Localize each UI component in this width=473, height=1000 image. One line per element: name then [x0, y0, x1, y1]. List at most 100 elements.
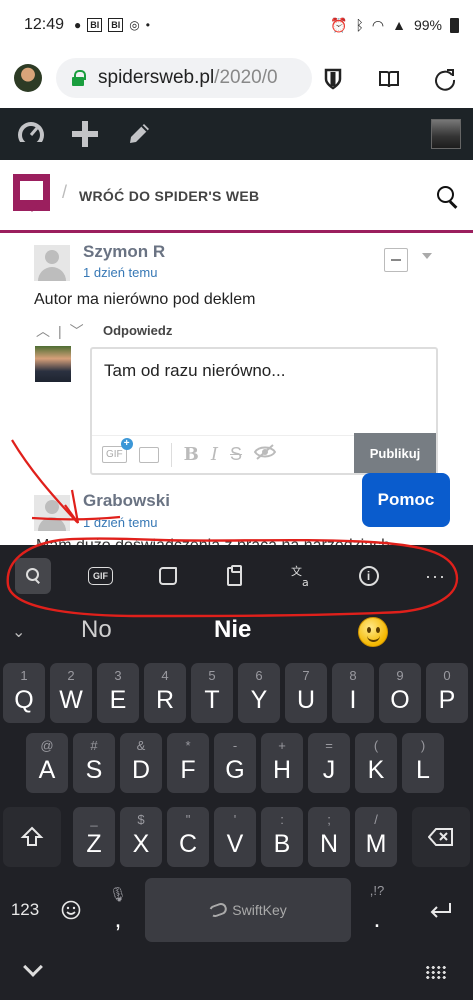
comment-text: Mam dużo doświadczenia z pracą na narzęd… [36, 537, 390, 545]
more-icon[interactable]: ··· [402, 545, 469, 607]
collapse-icon[interactable]: ⌄ [12, 622, 25, 642]
spidersweb-logo[interactable] [13, 174, 50, 212]
keyboard-switch-icon[interactable] [425, 965, 447, 979]
spoiler-icon[interactable] [253, 444, 277, 465]
key[interactable]: @ A [26, 733, 68, 793]
gif-icon[interactable]: GIF [102, 438, 133, 463]
strikethrough-icon[interactable]: S [230, 444, 242, 465]
comma-key[interactable]: 🎙 , [97, 878, 139, 942]
key[interactable]: 5T [191, 663, 233, 723]
key[interactable]: -G [214, 733, 256, 793]
reader-mode-icon[interactable] [361, 50, 417, 108]
address-bar[interactable]: spidersweb.pl/2020/0 [56, 58, 312, 98]
avatar [34, 245, 70, 281]
clipboard-icon[interactable] [201, 545, 268, 607]
help-button[interactable]: Pomoc [362, 473, 450, 527]
keyboard-toolbar: GIF 文a i ··· [0, 545, 473, 607]
plus-icon[interactable] [58, 108, 112, 160]
notification-icons: ● BI BI ◎ • [74, 18, 150, 32]
url-path: /2020/0 [214, 67, 278, 88]
cooking-app-icon: ● [74, 18, 82, 32]
site-header: / WRÓĆ DO SPIDER'S WEB [0, 160, 473, 233]
bluetooth-icon: ᛒ [355, 17, 364, 33]
edit-pencil-icon[interactable] [112, 108, 166, 160]
key[interactable]: 8I [332, 663, 374, 723]
header-divider: / [62, 182, 68, 202]
key[interactable]: 4R [144, 663, 186, 723]
dashboard-icon[interactable] [4, 108, 58, 160]
upvote-icon[interactable]: ︿ [36, 321, 50, 341]
swiftkey-keyboard: GIF 文a i ··· ⌄ No Nie 1Q 2W 3E 4R 5T 6Y … [0, 545, 473, 1000]
reload-icon[interactable] [417, 50, 473, 108]
gif-icon[interactable]: GIF [67, 545, 134, 607]
bi-app-icon: BI [108, 18, 124, 32]
collapse-comment-button[interactable] [384, 248, 408, 272]
backspace-key[interactable] [412, 807, 470, 867]
space-key[interactable]: SwiftKey [145, 878, 351, 942]
suggestion-center[interactable]: Nie [214, 616, 251, 644]
mic-icon: 🎙 [109, 886, 127, 902]
hide-keyboard-icon[interactable] [23, 957, 43, 977]
enter-key[interactable] [412, 878, 470, 942]
comment-menu-chevron-icon[interactable] [422, 253, 432, 259]
period-key[interactable]: ,!? . [356, 878, 398, 942]
key[interactable]: ' V [214, 807, 256, 867]
space-brand: SwiftKey [232, 902, 287, 918]
numbers-key[interactable]: 123 [3, 878, 47, 942]
admin-avatar[interactable] [431, 119, 461, 149]
svg-text:a: a [302, 576, 309, 588]
key[interactable]: 0P [426, 663, 468, 723]
key[interactable]: ) L [402, 733, 444, 793]
more-notifications-icon: • [145, 18, 150, 32]
sticker-icon[interactable] [134, 545, 201, 607]
key[interactable]: 6Y [238, 663, 280, 723]
shift-key[interactable] [3, 807, 61, 867]
key[interactable]: + H [261, 733, 303, 793]
search-icon[interactable] [437, 186, 459, 208]
key[interactable]: 1Q [3, 663, 45, 723]
bi-app-icon: BI [87, 18, 103, 32]
avatar [34, 495, 70, 531]
vote-divider: | [58, 323, 62, 339]
key[interactable]: 9O [379, 663, 421, 723]
reply-input[interactable]: Tam od razu nierówno... [104, 361, 285, 381]
key[interactable]: :B [261, 807, 303, 867]
reply-label[interactable]: Odpowiedz [103, 323, 172, 338]
smiley-emoji-suggestion[interactable] [358, 617, 388, 647]
key[interactable]: 3E [97, 663, 139, 723]
translate-icon[interactable]: 文a [268, 545, 335, 607]
publish-button[interactable]: Publikuj [354, 433, 436, 473]
key[interactable]: / M [355, 807, 397, 867]
bold-icon[interactable]: B [184, 444, 199, 465]
back-to-spidersweb-link[interactable]: WRÓĆ DO SPIDER'S WEB [79, 188, 259, 204]
profile-avatar[interactable] [14, 64, 42, 92]
wifi-icon: ◠ [371, 16, 385, 33]
key[interactable]: # S [73, 733, 115, 793]
search-icon[interactable] [15, 558, 51, 594]
key[interactable]: $ X [120, 807, 162, 867]
key[interactable]: ; N [308, 807, 350, 867]
key[interactable]: 2W [50, 663, 92, 723]
comment-author[interactable]: Grabowski [83, 491, 170, 511]
suggestion-left[interactable]: No [81, 616, 112, 644]
comment-author[interactable]: Szymon R [83, 242, 165, 262]
emoji-key[interactable] [50, 878, 92, 942]
reply-editor[interactable]: Tam od razu nierówno... GIF B I S Publik… [90, 347, 438, 475]
italic-icon[interactable]: I [211, 444, 218, 465]
key[interactable]: = J [308, 733, 350, 793]
key[interactable]: 7U [285, 663, 327, 723]
reply-toolbar: GIF B I S [92, 435, 358, 473]
comment-date[interactable]: 1 dzień temu [83, 515, 157, 530]
image-icon[interactable] [138, 446, 159, 463]
info-icon[interactable]: i [335, 545, 402, 607]
key[interactable]: & D [120, 733, 162, 793]
key[interactable]: (K [355, 733, 397, 793]
key[interactable]: _ Z [73, 807, 115, 867]
system-icons: ⏰ ᛒ ◠ ▲ 99% [330, 17, 459, 34]
comment-date[interactable]: 1 dzień temu [83, 265, 157, 280]
shield-icon[interactable] [305, 50, 361, 108]
key[interactable]: " C [167, 807, 209, 867]
suggestion-bar: ⌄ No Nie [0, 607, 473, 657]
downvote-icon[interactable]: ﹀ [70, 321, 84, 341]
key[interactable]: * F [167, 733, 209, 793]
